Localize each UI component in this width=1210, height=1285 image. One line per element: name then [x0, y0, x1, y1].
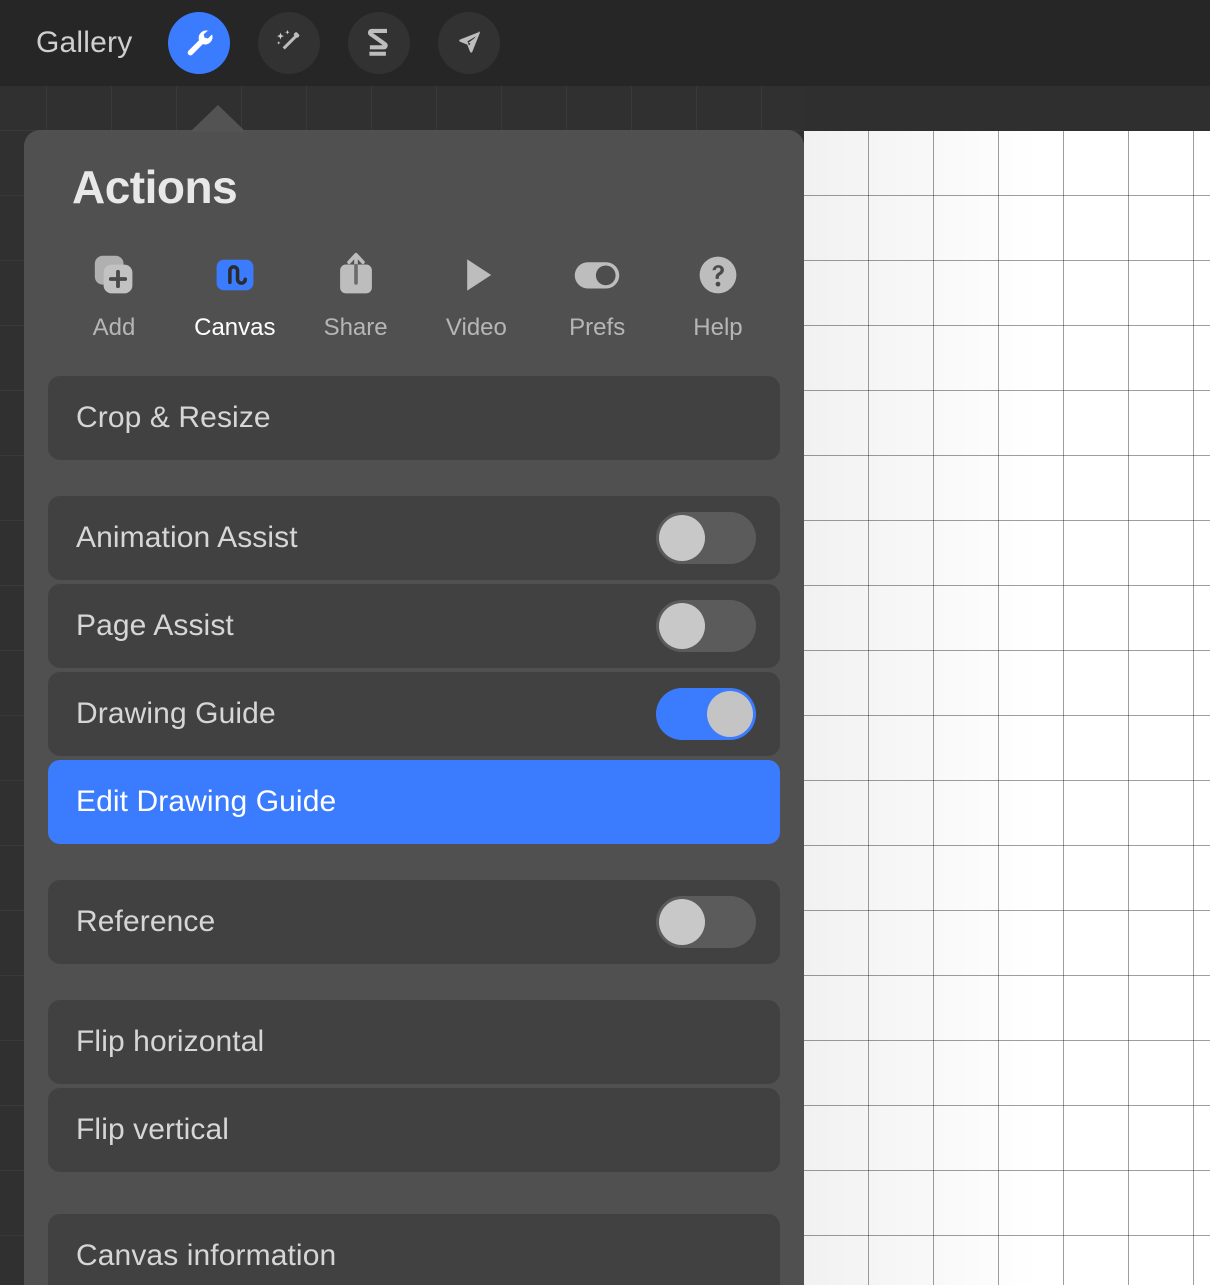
row-canvas-information[interactable]: Canvas information — [48, 1214, 780, 1285]
gallery-button[interactable]: Gallery — [36, 28, 132, 58]
row-edit-drawing-guide[interactable]: Edit Drawing Guide — [48, 760, 780, 844]
toggle-knob — [707, 691, 753, 737]
add-layers-icon — [90, 248, 138, 302]
procreate-app-window: Gallery Actions Add Canvas Share Video P… — [0, 0, 1210, 1285]
video-play-icon — [452, 248, 500, 302]
selection-button[interactable] — [348, 12, 411, 74]
row-animation-assist[interactable]: Animation Assist — [48, 496, 780, 580]
row-label: Edit Drawing Guide — [76, 785, 337, 818]
page-assist-toggle[interactable] — [656, 600, 756, 652]
group-canvas-information: Canvas information — [48, 1214, 780, 1285]
tab-label: Help — [693, 314, 743, 341]
row-crop-resize[interactable]: Crop & Resize — [48, 376, 780, 460]
animation-assist-toggle[interactable] — [656, 512, 756, 564]
canvas-icon — [211, 248, 259, 302]
group-assist: Animation Assist Page Assist Drawing Gui… — [48, 496, 780, 844]
tab-label: Add — [92, 314, 136, 341]
tab-video[interactable]: Video — [420, 248, 532, 342]
tab-label: Share — [323, 314, 388, 341]
actions-popover: Actions Add Canvas Share Video Prefs Hel… — [24, 130, 804, 1285]
group-reference: Reference — [48, 880, 780, 964]
tab-label: Prefs — [569, 314, 626, 341]
row-label: Page Assist — [76, 609, 234, 642]
share-icon — [332, 248, 380, 302]
row-label: Animation Assist — [76, 521, 298, 554]
row-page-assist[interactable]: Page Assist — [48, 584, 780, 668]
tab-share[interactable]: Share — [300, 248, 412, 342]
group-crop: Crop & Resize — [48, 376, 780, 460]
s-curve-selection-icon — [364, 27, 394, 59]
row-label: Reference — [76, 905, 216, 938]
row-label: Flip horizontal — [76, 1025, 265, 1058]
actions-wrench-button[interactable] — [168, 12, 231, 74]
row-label: Flip vertical — [76, 1113, 229, 1146]
toggle-knob — [659, 899, 705, 945]
row-label: Drawing Guide — [76, 697, 276, 730]
magic-wand-icon — [273, 27, 305, 59]
popover-caret — [190, 105, 246, 132]
tab-help[interactable]: Help — [662, 248, 774, 342]
tab-label: Video — [445, 314, 507, 341]
row-label: Canvas information — [76, 1239, 337, 1272]
top-toolbar: Gallery — [0, 0, 1210, 86]
actions-tab-strip: Add Canvas Share Video Prefs Help — [24, 248, 804, 342]
reference-toggle[interactable] — [656, 896, 756, 948]
page-title: Actions — [72, 161, 238, 213]
adjustments-button[interactable] — [258, 12, 321, 74]
prefs-toggle-icon — [570, 248, 624, 302]
drawing-guide-toggle[interactable] — [656, 688, 756, 740]
arrow-transform-icon — [453, 27, 485, 59]
toggle-knob — [659, 515, 705, 561]
drawing-canvas[interactable] — [804, 131, 1210, 1285]
help-question-icon — [694, 248, 742, 302]
tab-prefs[interactable]: Prefs — [541, 248, 653, 342]
transform-button[interactable] — [438, 12, 501, 74]
tab-add[interactable]: Add — [58, 248, 170, 342]
row-flip-horizontal[interactable]: Flip horizontal — [48, 1000, 780, 1084]
tab-label: Canvas — [194, 314, 276, 341]
tab-canvas[interactable]: Canvas — [179, 248, 291, 342]
toggle-knob — [659, 603, 705, 649]
wrench-icon — [182, 26, 216, 60]
row-reference[interactable]: Reference — [48, 880, 780, 964]
group-flip: Flip horizontal Flip vertical — [48, 1000, 780, 1172]
row-label: Crop & Resize — [76, 401, 271, 434]
row-drawing-guide[interactable]: Drawing Guide — [48, 672, 780, 756]
row-flip-vertical[interactable]: Flip vertical — [48, 1088, 780, 1172]
